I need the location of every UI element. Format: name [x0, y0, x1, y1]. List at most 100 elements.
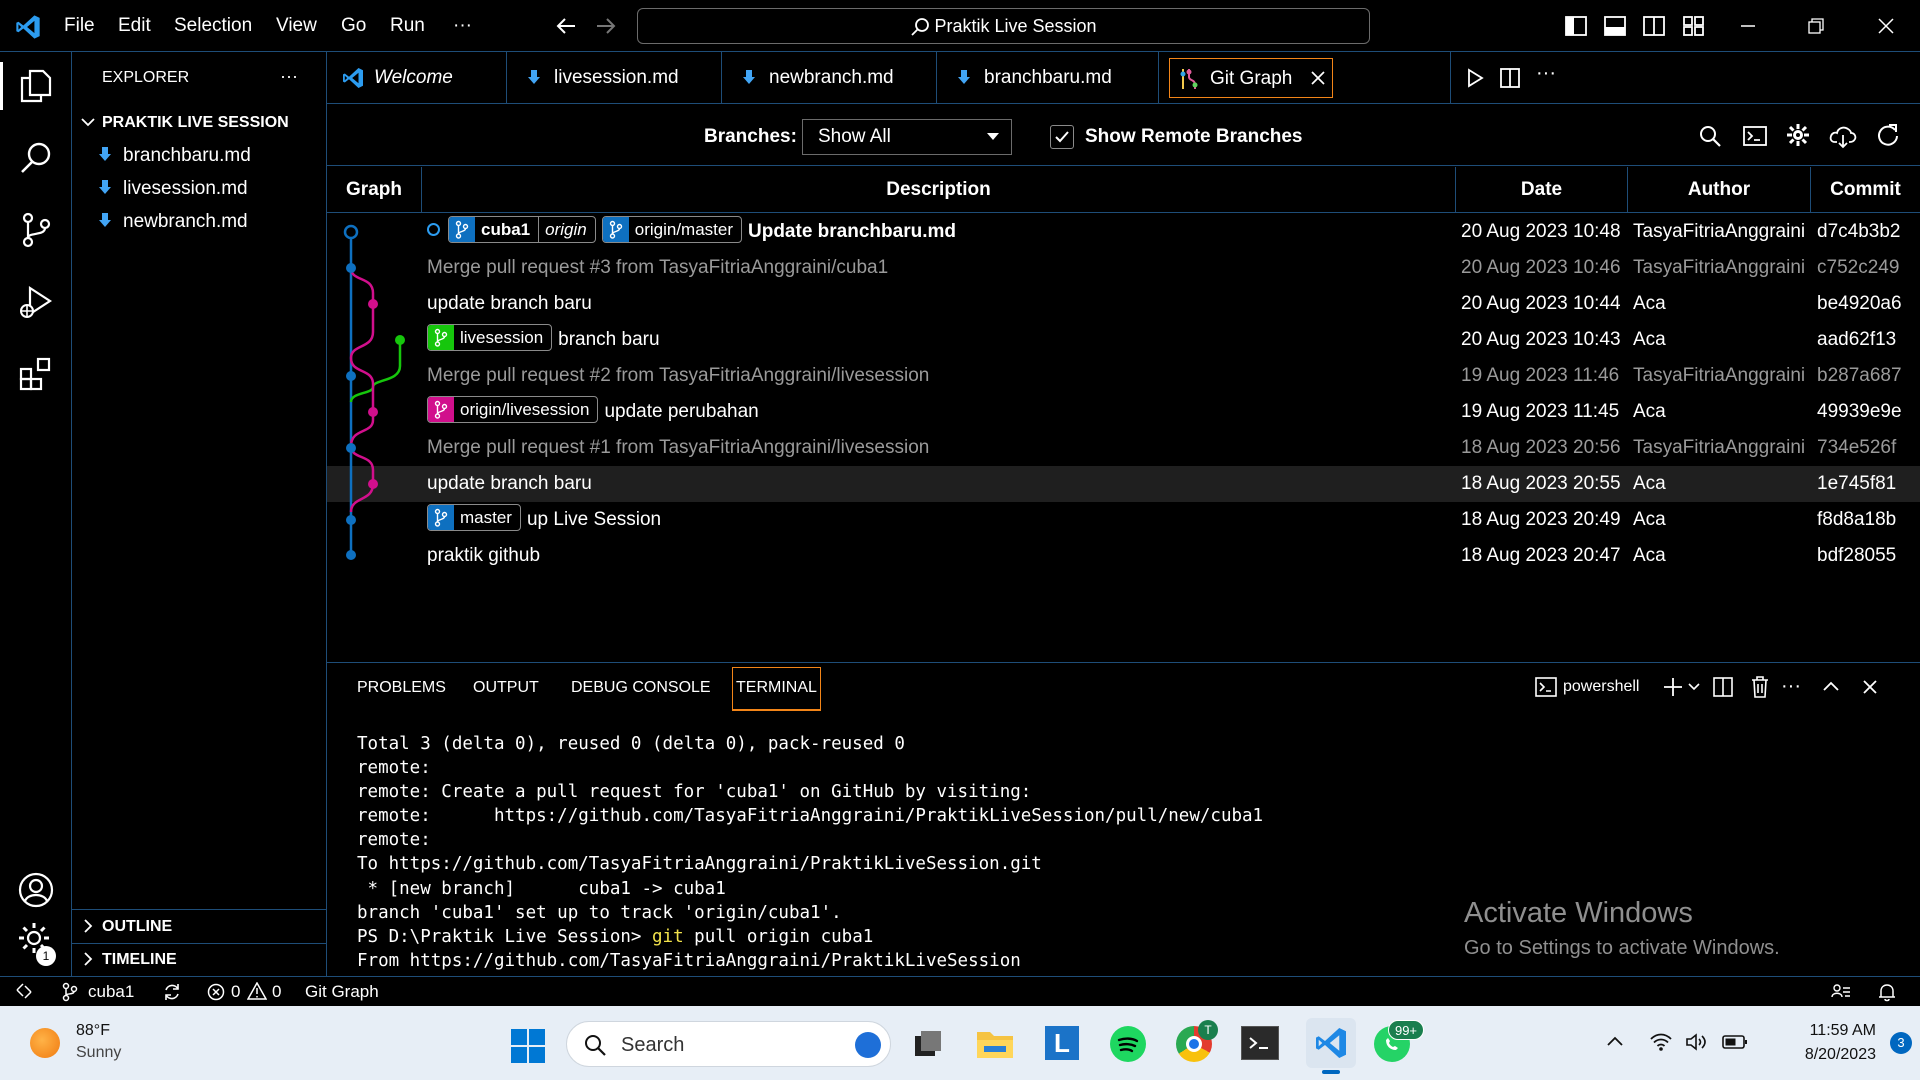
windows-start-icon[interactable]	[510, 1028, 546, 1064]
commit-row[interactable]: praktik github 18 Aug 2023 20:47 Aca bdf280…	[327, 538, 1920, 574]
run-file-icon[interactable]	[1464, 67, 1486, 89]
terminal-dropdown-icon[interactable]	[1687, 680, 1701, 694]
file-item-livesession[interactable]: livesession.md	[72, 172, 327, 205]
tab-welcome[interactable]: Welcome	[327, 52, 507, 104]
branch-name[interactable]: cuba1	[88, 977, 134, 1006]
close-window-icon[interactable]	[1876, 16, 1896, 36]
tab-newbranch[interactable]: newbranch.md	[722, 52, 937, 104]
accounts-sync-icon[interactable]	[1830, 982, 1852, 1002]
weather-desc[interactable]: Sunny	[76, 1042, 121, 1064]
terminal-shell-label[interactable]: powershell	[1563, 675, 1639, 699]
commit-row[interactable]: cuba1 origin origin/master Update branchbar…	[327, 214, 1920, 250]
branch-ref-label[interactable]: cuba1 origin	[448, 216, 596, 244]
close-panel-icon[interactable]	[1860, 677, 1880, 697]
menu-go[interactable]: Go	[341, 0, 366, 52]
accounts-icon[interactable]	[12, 866, 60, 914]
branch-ref-label[interactable]: origin/livesession	[427, 396, 599, 424]
weather-sun-icon[interactable]	[30, 1028, 60, 1058]
menu-view[interactable]: View	[276, 0, 317, 52]
column-graph[interactable]: Graph	[327, 167, 422, 213]
settings-icon[interactable]	[1786, 123, 1810, 147]
tab-output[interactable]: OUTPUT	[473, 663, 539, 713]
git-graph-status[interactable]: Git Graph	[305, 977, 379, 1006]
column-commit[interactable]: Commit	[1811, 167, 1920, 213]
source-control-icon[interactable]	[12, 206, 60, 254]
commit-row[interactable]: livesession branch baru 20 Aug 2023 10:43 A…	[327, 322, 1920, 358]
commit-row[interactable]: origin/livesession update perubahan 19 Aug…	[327, 394, 1920, 430]
close-tab-icon[interactable]	[1309, 69, 1327, 87]
menu-run[interactable]: Run	[390, 0, 425, 52]
menu-edit[interactable]: Edit	[118, 0, 151, 52]
minimize-icon[interactable]	[1738, 16, 1758, 36]
folder-header[interactable]: PRAKTIK LIVE SESSION	[72, 106, 327, 139]
toggle-primary-sidebar-icon[interactable]	[1565, 16, 1587, 36]
tab-livesession[interactable]: livesession.md	[507, 52, 722, 104]
extensions-icon[interactable]	[12, 350, 60, 398]
menu-selection[interactable]: Selection	[174, 0, 252, 52]
menu-more[interactable]: ···	[453, 0, 472, 52]
timeline-section[interactable]: TIMELINE	[72, 943, 327, 976]
toggle-secondary-sidebar-icon[interactable]	[1643, 16, 1665, 36]
tab-branchbaru[interactable]: branchbaru.md	[937, 52, 1159, 104]
remote-indicator-icon[interactable]	[14, 982, 34, 1000]
commit-row[interactable]: Merge pull request #1 from TasyaFitriaAn…	[327, 430, 1920, 466]
chevron-up-icon[interactable]	[1606, 1034, 1624, 1048]
explorer-icon[interactable]	[12, 62, 60, 110]
file-explorer-icon[interactable]	[976, 1028, 1014, 1060]
commit-row[interactable]: master up Live Session 18 Aug 2023 20:49 Ac…	[327, 502, 1920, 538]
terminal-icon[interactable]	[1743, 124, 1767, 148]
battery-icon[interactable]	[1722, 1034, 1748, 1050]
commit-row[interactable]: Merge pull request #3 from TasyaFitriaAn…	[327, 250, 1920, 286]
branch-ref-label[interactable]: master	[427, 504, 521, 532]
restore-icon[interactable]	[1806, 16, 1826, 36]
notification-center-badge[interactable]: 3	[1890, 1032, 1912, 1054]
explorer-more-button[interactable]: ···	[280, 64, 298, 88]
column-author[interactable]: Author	[1628, 167, 1811, 213]
toggle-panel-icon[interactable]	[1604, 16, 1626, 36]
branches-dropdown[interactable]: Show All	[802, 119, 1012, 155]
app-l-icon[interactable]: L	[1045, 1026, 1079, 1060]
command-center[interactable]: Praktik Live Session	[637, 8, 1370, 44]
split-terminal-icon[interactable]	[1712, 676, 1734, 698]
branch-ref-label[interactable]: origin/master	[601, 216, 742, 244]
outline-section[interactable]: OUTLINE	[72, 910, 327, 943]
clock-time[interactable]: 11:59 AM	[1762, 1020, 1876, 1042]
run-debug-icon[interactable]	[12, 278, 60, 326]
tab-debug-console[interactable]: DEBUG CONSOLE	[571, 663, 711, 713]
vscode-taskbar-button[interactable]	[1306, 1018, 1356, 1068]
volume-icon[interactable]	[1685, 1032, 1709, 1052]
wifi-icon[interactable]	[1649, 1032, 1673, 1052]
column-date[interactable]: Date	[1456, 167, 1628, 213]
new-terminal-icon[interactable]	[1661, 675, 1685, 699]
maximize-panel-icon[interactable]	[1821, 677, 1841, 697]
search-icon[interactable]	[12, 134, 60, 182]
tab-problems[interactable]: PROBLEMS	[357, 663, 446, 713]
kill-terminal-trash-icon[interactable]	[1750, 675, 1770, 699]
split-editor-icon[interactable]	[1499, 67, 1521, 89]
find-icon[interactable]	[1698, 124, 1722, 148]
fetch-cloud-icon[interactable]	[1829, 123, 1857, 149]
column-description[interactable]: Description	[422, 167, 1456, 213]
panel-more-button[interactable]: ···	[1781, 671, 1801, 701]
error-count[interactable]: 0	[231, 977, 240, 1006]
taskbar-search-box[interactable]: Search	[566, 1021, 891, 1067]
error-icon[interactable]	[207, 983, 225, 1001]
tab-git-graph[interactable]: Git Graph	[1169, 58, 1333, 98]
file-item-branchbaru[interactable]: branchbaru.md	[72, 139, 327, 172]
tab-terminal[interactable]: TERMINAL	[732, 667, 821, 711]
spotify-icon[interactable]	[1110, 1026, 1146, 1062]
task-view-icon[interactable]	[912, 1028, 944, 1060]
sync-icon[interactable]	[162, 982, 182, 1002]
customize-layout-icon[interactable]	[1683, 16, 1705, 36]
file-item-newbranch[interactable]: newbranch.md	[72, 205, 327, 238]
notifications-bell-icon[interactable]	[1877, 982, 1897, 1002]
branch-ref-label[interactable]: livesession	[427, 324, 553, 352]
refresh-icon[interactable]	[1876, 123, 1900, 147]
commit-row[interactable]: update branch baru 18 Aug 2023 20:55 Aca 1e…	[327, 466, 1920, 502]
menu-file[interactable]: File	[64, 0, 95, 52]
editor-more-button[interactable]: ···	[1536, 58, 1556, 88]
back-arrow-icon[interactable]	[555, 16, 577, 36]
commit-row[interactable]: update branch baru 20 Aug 2023 10:44 Aca be…	[327, 286, 1920, 322]
weather-temp[interactable]: 88°F	[76, 1020, 110, 1042]
show-remote-checkbox[interactable]	[1050, 125, 1074, 149]
